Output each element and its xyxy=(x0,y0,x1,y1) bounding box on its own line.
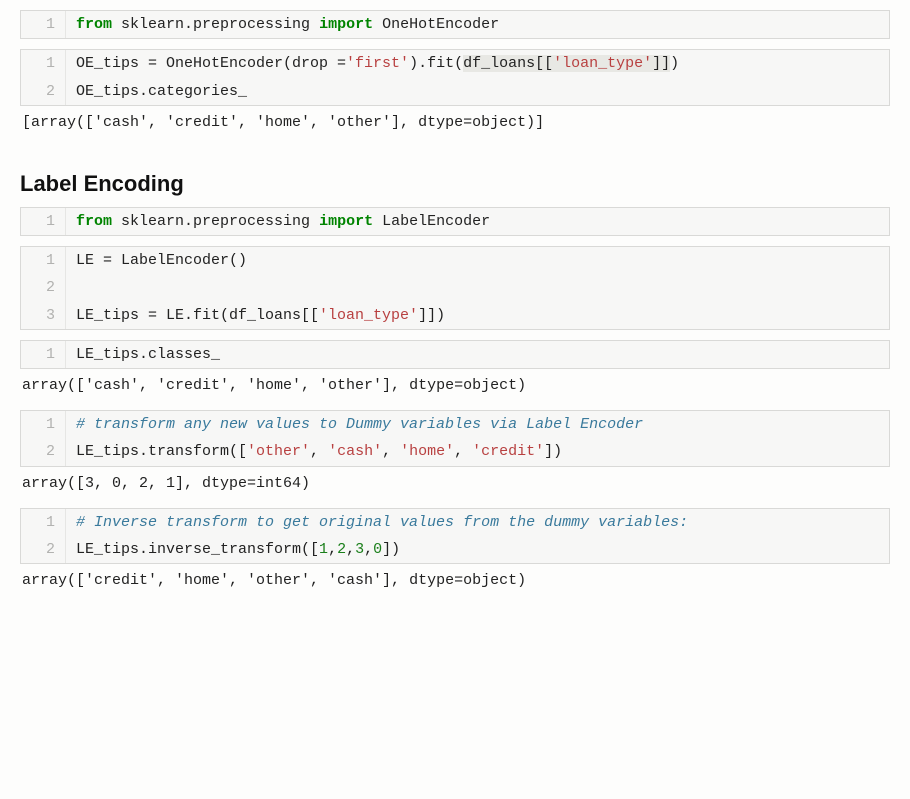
code-line: 1LE = LabelEncoder() xyxy=(21,247,889,274)
code-line: 1OE_tips = OneHotEncoder(drop ='first').… xyxy=(21,50,889,77)
code-cell[interactable]: 1# transform any new values to Dummy var… xyxy=(20,410,890,467)
code-content xyxy=(66,274,889,301)
code-cell[interactable]: 1LE_tips.classes_ xyxy=(20,340,890,369)
code-line: 1# transform any new values to Dummy var… xyxy=(21,411,889,438)
code-line: 2LE_tips.inverse_transform([1,2,3,0]) xyxy=(21,536,889,563)
line-number: 2 xyxy=(21,438,66,465)
line-number: 1 xyxy=(21,509,66,536)
line-number: 1 xyxy=(21,11,66,38)
cell-output: array([3, 0, 2, 1], dtype=int64) xyxy=(20,467,890,498)
code-content: LE = LabelEncoder() xyxy=(66,247,889,274)
code-line: 1# Inverse transform to get original val… xyxy=(21,509,889,536)
code-cell[interactable]: 1from sklearn.preprocessing import Label… xyxy=(20,207,890,236)
code-line: 1from sklearn.preprocessing import Label… xyxy=(21,208,889,235)
code-content: LE_tips.inverse_transform([1,2,3,0]) xyxy=(66,536,889,563)
code-content: LE_tips.transform(['other', 'cash', 'hom… xyxy=(66,438,889,465)
code-line: 2LE_tips.transform(['other', 'cash', 'ho… xyxy=(21,438,889,465)
code-content: from sklearn.preprocessing import LabelE… xyxy=(66,208,889,235)
code-content: LE_tips = LE.fit(df_loans[['loan_type']]… xyxy=(66,302,889,329)
code-line: 3LE_tips = LE.fit(df_loans[['loan_type']… xyxy=(21,302,889,329)
code-content: OE_tips.categories_ xyxy=(66,78,889,105)
cell-output: array(['cash', 'credit', 'home', 'other'… xyxy=(20,369,890,400)
cell-output: [array(['cash', 'credit', 'home', 'other… xyxy=(20,106,890,137)
line-number: 1 xyxy=(21,208,66,235)
line-number: 1 xyxy=(21,50,66,77)
cell-output: array(['credit', 'home', 'other', 'cash'… xyxy=(20,564,890,595)
code-line: 1LE_tips.classes_ xyxy=(21,341,889,368)
line-number: 2 xyxy=(21,78,66,105)
code-line: 1from sklearn.preprocessing import OneHo… xyxy=(21,11,889,38)
notebook-document: 1from sklearn.preprocessing import OneHo… xyxy=(20,10,890,595)
code-content: from sklearn.preprocessing import OneHot… xyxy=(66,11,889,38)
line-number: 1 xyxy=(21,247,66,274)
line-number: 1 xyxy=(21,341,66,368)
line-number: 2 xyxy=(21,274,66,301)
code-content: LE_tips.classes_ xyxy=(66,341,889,368)
line-number: 2 xyxy=(21,536,66,563)
line-number: 1 xyxy=(21,411,66,438)
code-content: # transform any new values to Dummy vari… xyxy=(66,411,889,438)
section-heading: Label Encoding xyxy=(20,171,890,197)
code-line: 2 xyxy=(21,274,889,301)
code-content: OE_tips = OneHotEncoder(drop ='first').f… xyxy=(66,50,889,77)
code-cell[interactable]: 1OE_tips = OneHotEncoder(drop ='first').… xyxy=(20,49,890,106)
code-cell[interactable]: 1from sklearn.preprocessing import OneHo… xyxy=(20,10,890,39)
code-line: 2OE_tips.categories_ xyxy=(21,78,889,105)
code-cell[interactable]: 1# Inverse transform to get original val… xyxy=(20,508,890,565)
code-content: # Inverse transform to get original valu… xyxy=(66,509,889,536)
code-cell[interactable]: 1LE = LabelEncoder()23LE_tips = LE.fit(d… xyxy=(20,246,890,330)
line-number: 3 xyxy=(21,302,66,329)
